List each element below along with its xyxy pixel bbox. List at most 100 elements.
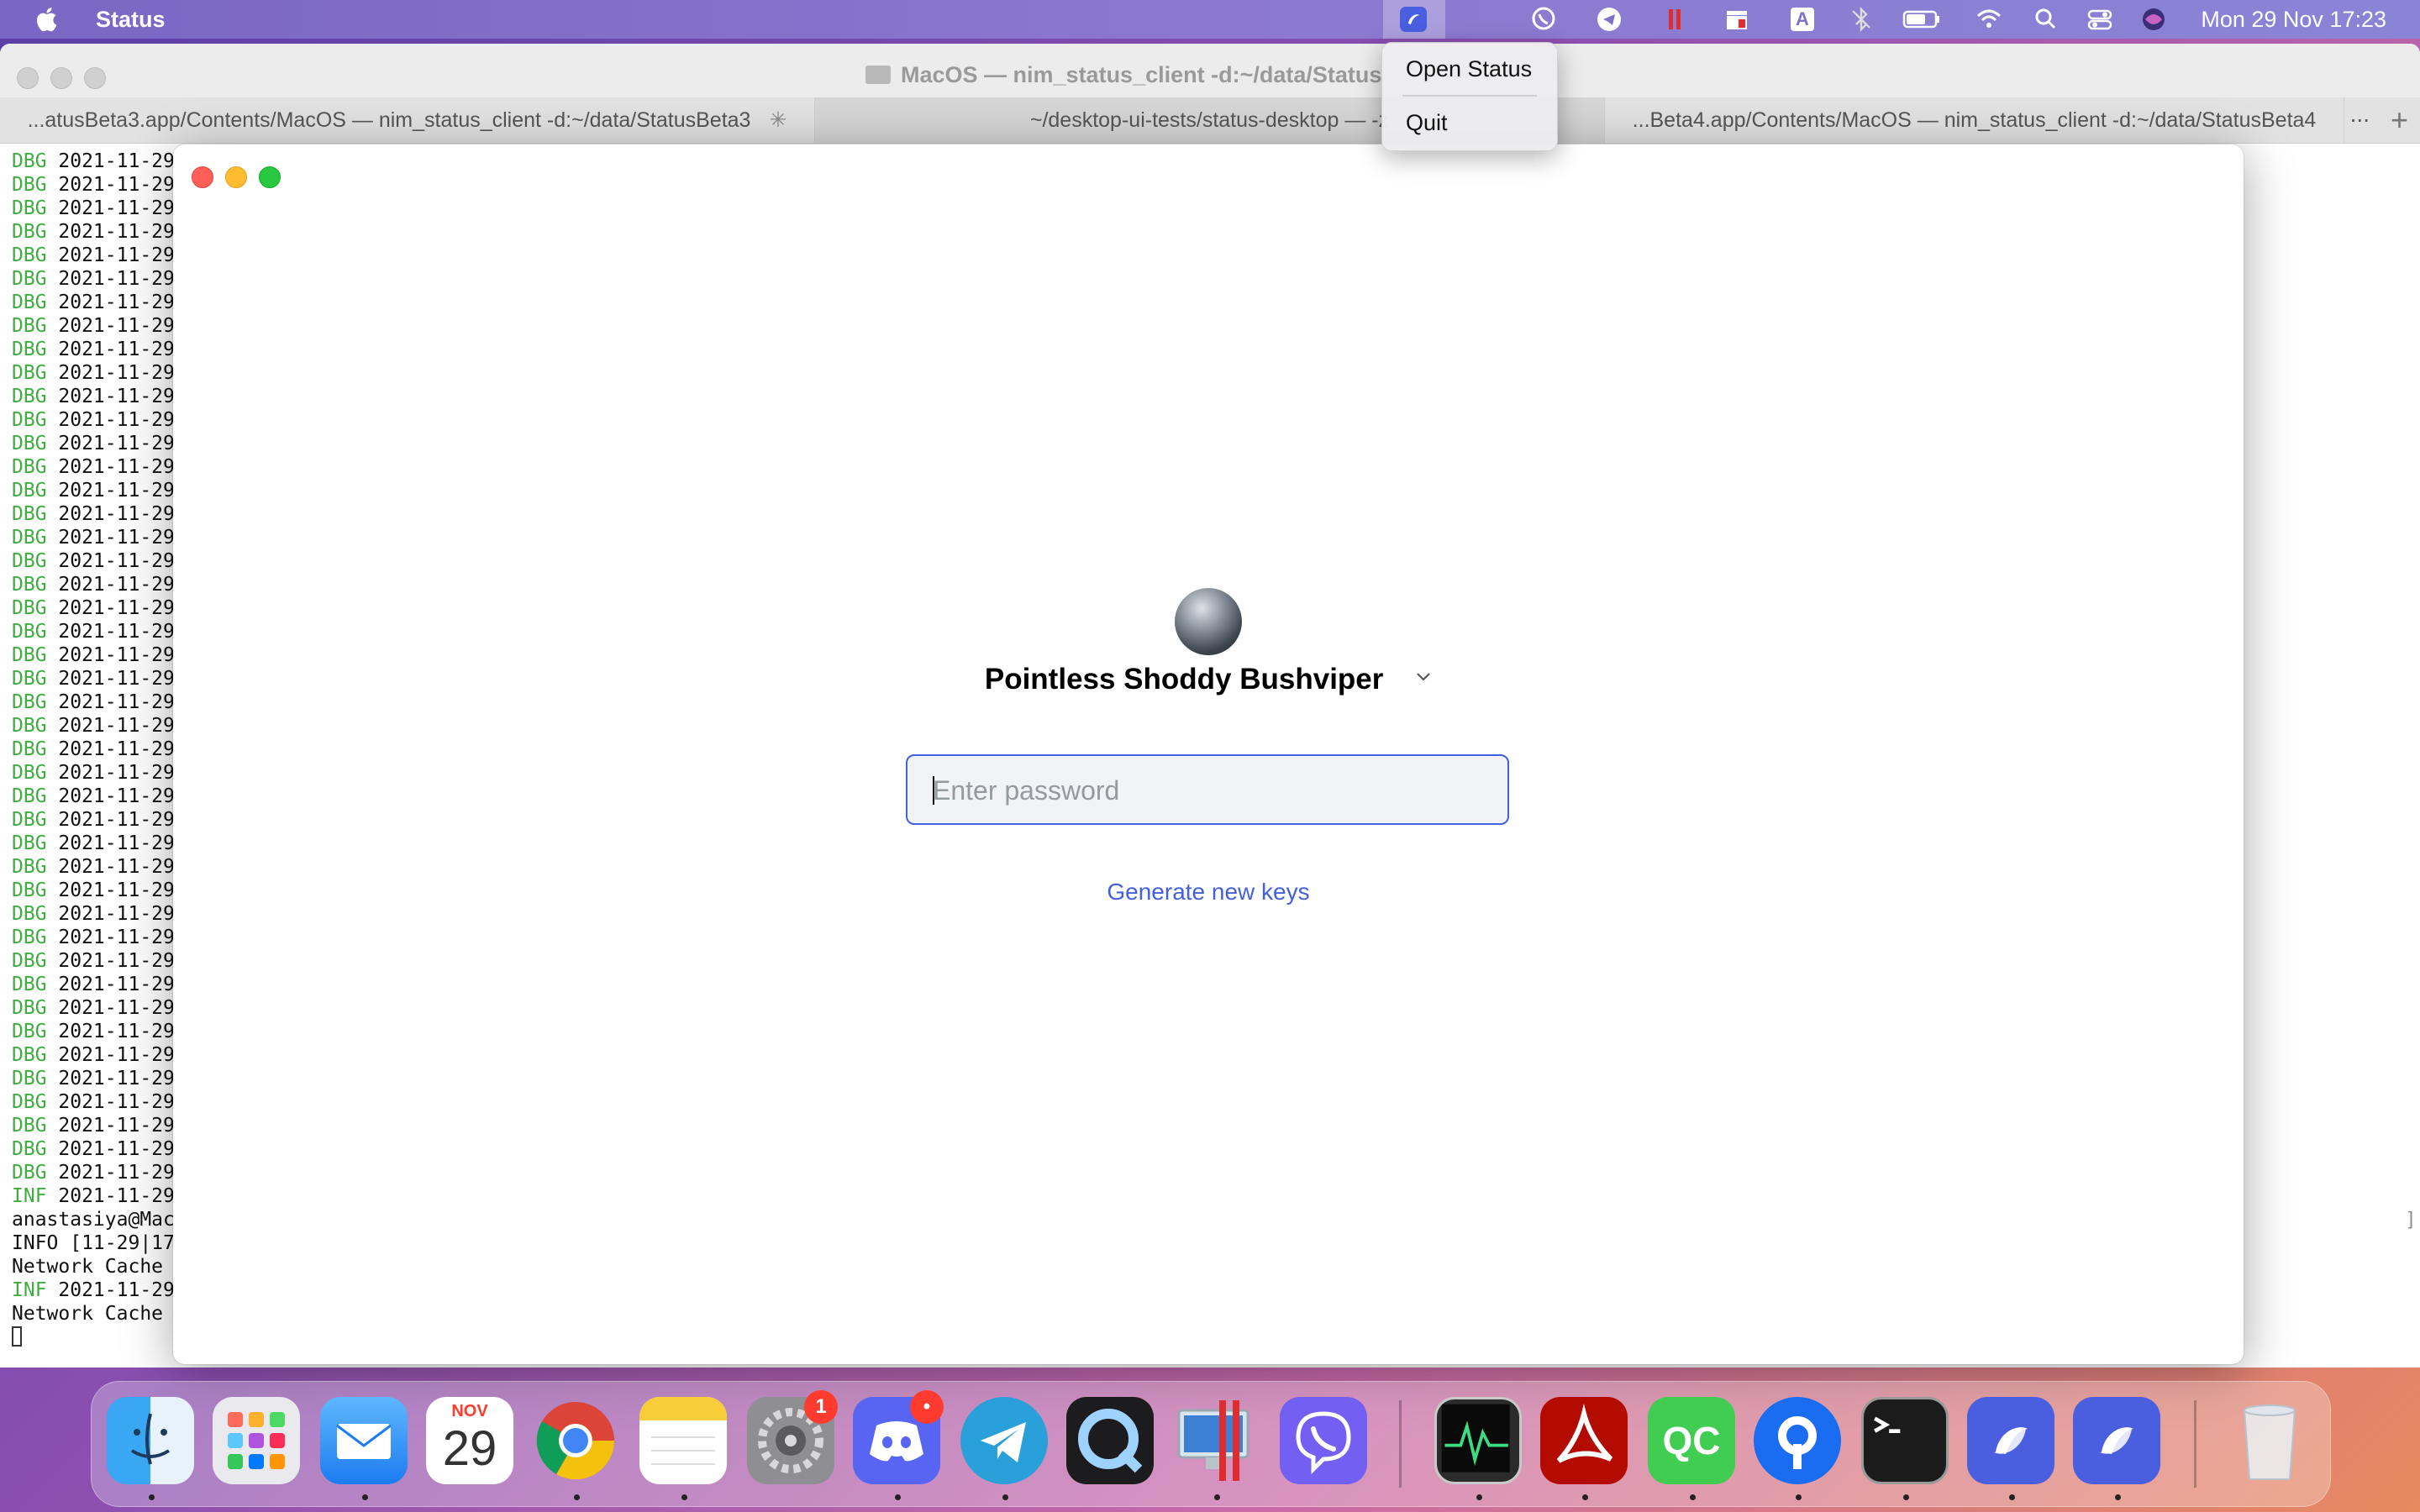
log-level: DBG	[12, 433, 59, 454]
log-timestamp: 2021-11-29	[58, 1185, 175, 1207]
log-timestamp: 2021-11-29	[58, 550, 175, 572]
log-line: DBG 2021-11-29	[12, 620, 175, 643]
clapper-tray-icon[interactable]	[1723, 6, 1751, 33]
dock-mail-icon[interactable]	[320, 1397, 408, 1484]
password-field[interactable]	[906, 754, 1509, 825]
menu-item-quit[interactable]: Quit	[1406, 110, 1448, 136]
active-app-name[interactable]: Status	[96, 7, 166, 33]
dock-separator	[1399, 1400, 1402, 1488]
log-text: INFO [11-29|17	[12, 1232, 175, 1254]
terminal-tab-3[interactable]: ...Beta4.app/Contents/MacOS — nim_status…	[1605, 97, 2344, 143]
new-tab-button[interactable]: +	[2391, 102, 2408, 138]
log-timestamp: 2021-11-29	[58, 1138, 175, 1160]
log-level: DBG	[12, 291, 59, 313]
menu-bar: Status A Mon 29 Nov 17:23	[0, 0, 2420, 39]
log-level: INF	[12, 1185, 59, 1207]
menubar-clock[interactable]: Mon 29 Nov 17:23	[2201, 7, 2386, 33]
text-caret	[933, 776, 934, 805]
log-level: DBG	[12, 644, 59, 666]
running-indicator	[681, 1494, 687, 1500]
password-input[interactable]	[931, 756, 1489, 825]
log-timestamp: 2021-11-29	[58, 268, 175, 290]
log-timestamp: 2021-11-29	[58, 244, 175, 266]
log-level: INF	[12, 1279, 59, 1301]
menu-item-open-status[interactable]: Open Status	[1406, 56, 1532, 82]
dock-qt-creator-icon[interactable]: QC	[1648, 1397, 1735, 1484]
dock-calendar-icon[interactable]: NOV 29	[426, 1397, 513, 1484]
log-line: DBG 2021-11-29	[12, 690, 175, 714]
dock-quicktime-icon[interactable]	[1066, 1397, 1154, 1484]
log-line: DBG 2021-11-29	[12, 926, 175, 949]
log-timestamp: 2021-11-29	[58, 644, 175, 666]
window-zoom-button[interactable]	[259, 166, 281, 188]
log-line: DBG 2021-11-29	[12, 761, 175, 785]
loading-spinner-icon: ✳	[769, 108, 787, 132]
dock-terminal-icon[interactable]	[1861, 1397, 1949, 1484]
log-line: DBG 2021-11-29	[12, 714, 175, 738]
dock-activity-monitor-icon[interactable]	[1434, 1397, 1522, 1484]
terminal-minimize-button[interactable]	[50, 67, 72, 89]
log-line: DBG 2021-11-29	[12, 361, 175, 385]
log-level: DBG	[12, 927, 59, 948]
log-level: DBG	[12, 456, 59, 478]
dock-telegram-icon[interactable]	[960, 1397, 1048, 1484]
dock-launchpad-icon[interactable]	[213, 1397, 300, 1484]
terminal-titlebar[interactable]: MacOS — nim_status_client -d:~/data/Stat…	[0, 44, 2420, 97]
dock-chrome-icon[interactable]	[532, 1397, 619, 1484]
telegram-tray-icon[interactable]	[1595, 6, 1623, 33]
tab-overflow-button[interactable]: ...	[2350, 101, 2370, 128]
dock-status-icon[interactable]	[1967, 1397, 2054, 1484]
log-timestamp: 2021-11-29	[58, 480, 175, 501]
log-level: DBG	[12, 197, 59, 219]
terminal-tab-1[interactable]: ...atusBeta3.app/Contents/MacOS — nim_st…	[0, 97, 815, 143]
log-level: DBG	[12, 1021, 59, 1042]
battery-icon[interactable]	[1902, 6, 1941, 33]
log-level: DBG	[12, 150, 59, 172]
dock-trash-icon[interactable]	[2226, 1397, 2313, 1484]
log-line: DBG 2021-11-29	[12, 1090, 175, 1114]
log-level: DBG	[12, 1068, 59, 1089]
control-center-icon[interactable]	[2086, 6, 2114, 33]
dock-pritunl-icon[interactable]	[1754, 1397, 1841, 1484]
log-line: DBG 2021-11-29	[12, 408, 175, 432]
dock-status-beta-icon[interactable]	[2073, 1397, 2160, 1484]
terminal-close-button[interactable]	[17, 67, 39, 89]
wifi-icon[interactable]	[1975, 6, 2003, 33]
prompt-line[interactable]	[12, 1326, 175, 1349]
log-timestamp: 2021-11-29	[58, 574, 175, 596]
dock-viber-icon[interactable]	[1280, 1397, 1367, 1484]
log-level: DBG	[12, 950, 59, 972]
notification-badge: 1	[804, 1390, 838, 1424]
log-level: DBG	[12, 621, 59, 643]
log-level: DBG	[12, 1162, 59, 1184]
apple-icon[interactable]	[34, 4, 62, 34]
window-minimize-button[interactable]	[225, 166, 247, 188]
log-level: DBG	[12, 362, 59, 384]
window-close-button[interactable]	[192, 166, 213, 188]
terminal-output[interactable]: DBG 2021-11-29 DBG 2021-11-29 DBG 2021-11-…	[12, 150, 175, 1349]
log-timestamp: 2021-11-29	[58, 738, 175, 760]
running-indicator	[895, 1494, 901, 1500]
input-source-icon[interactable]: A	[1788, 6, 1817, 33]
generate-new-keys-link[interactable]: Generate new keys	[173, 879, 2244, 906]
log-level: DBG	[12, 386, 59, 407]
parallels-tray-icon[interactable]	[1660, 6, 1689, 33]
dock-acrobat-icon[interactable]	[1540, 1397, 1628, 1484]
log-line: DBG 2021-11-29	[12, 902, 175, 926]
dock-parallels-icon[interactable]	[1172, 1397, 1260, 1484]
profile-selector[interactable]: Pointless Shoddy Bushviper	[173, 663, 2244, 696]
dock-notes-icon[interactable]	[639, 1397, 727, 1484]
bluetooth-icon[interactable]	[1847, 6, 1876, 33]
terminal-zoom-button[interactable]	[84, 67, 106, 89]
dock-finder-icon[interactable]	[107, 1397, 194, 1484]
log-timestamp: 2021-11-29	[58, 1068, 175, 1089]
viber-tray-icon[interactable]	[1529, 6, 1558, 33]
log-text: Network Cache	[12, 1256, 164, 1278]
siri-icon[interactable]	[2139, 6, 2168, 33]
log-line: DBG 2021-11-29	[12, 502, 175, 526]
status-tray-icon	[1400, 7, 1427, 32]
spotlight-icon[interactable]	[2032, 6, 2060, 33]
chevron-down-icon[interactable]	[1415, 669, 1432, 685]
log-level: DBG	[12, 762, 59, 784]
status-tray-button[interactable]	[1383, 0, 1445, 39]
